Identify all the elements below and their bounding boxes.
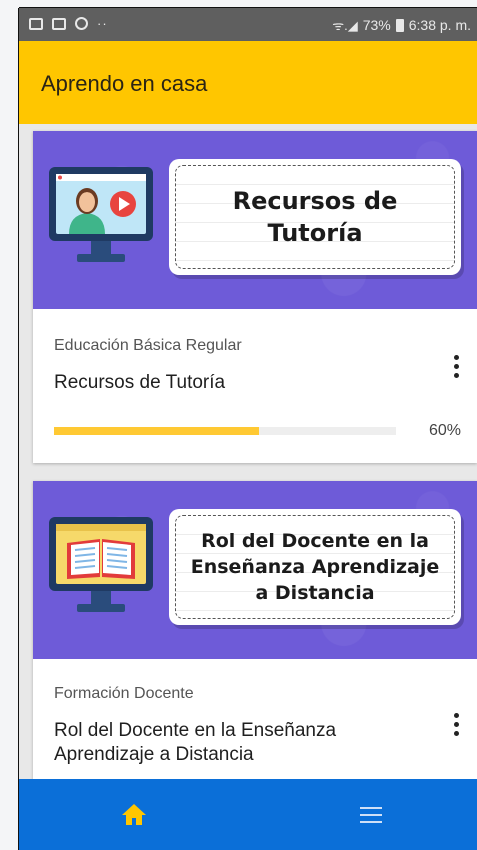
app-title: Aprendo en casa: [41, 71, 208, 96]
course-banner[interactable]: Recursos de Tutoría: [33, 131, 477, 309]
app-bar: Aprendo en casa: [19, 41, 477, 124]
home-icon[interactable]: [119, 799, 149, 829]
course-category: Educación Básica Regular: [54, 337, 242, 354]
more-options-icon[interactable]: [444, 351, 468, 381]
course-card[interactable]: Rol del Docente en la Enseñanza Aprendiz…: [33, 481, 477, 811]
status-bar: ·· ᯤ.◢ 73% 6:38 p. m.: [19, 8, 477, 41]
banner-title: Recursos de Tutoría: [232, 187, 398, 247]
book-monitor-icon: [49, 517, 153, 612]
battery-percent: 73%: [362, 17, 391, 33]
progress-percent: 60%: [428, 422, 461, 439]
progress-fill: [54, 427, 260, 435]
bottom-navigation: [19, 779, 477, 850]
screen-cast-icon: [52, 17, 66, 30]
gallery-notification-icon: [29, 17, 43, 30]
course-category: Formación Docente: [54, 685, 194, 702]
battery-icon: [395, 18, 404, 32]
progress-bar: [54, 427, 396, 435]
facebook-notification-icon: [75, 17, 88, 30]
clock: 6:38 p. m.: [408, 17, 471, 33]
course-title[interactable]: Rol del Docente en la Enseñanza Aprendiz…: [54, 719, 414, 767]
teacher-monitor-icon: [49, 167, 153, 262]
course-banner[interactable]: Rol del Docente en la Enseñanza Aprendiz…: [33, 481, 477, 659]
more-options-icon[interactable]: [444, 709, 468, 739]
wifi-signal-icon: ᯤ.◢: [332, 18, 358, 33]
menu-icon[interactable]: [356, 801, 386, 829]
course-title[interactable]: Recursos de Tutoría: [54, 371, 414, 395]
more-notifications-icon: ··: [97, 16, 108, 31]
phone-screen: ·· ᯤ.◢ 73% 6:38 p. m. Aprendo en casa Re…: [19, 8, 477, 850]
banner-title: Rol del Docente en la Enseñanza Aprendiz…: [190, 530, 440, 604]
course-card[interactable]: Recursos de Tutoría Educación Básica Reg…: [33, 131, 477, 463]
